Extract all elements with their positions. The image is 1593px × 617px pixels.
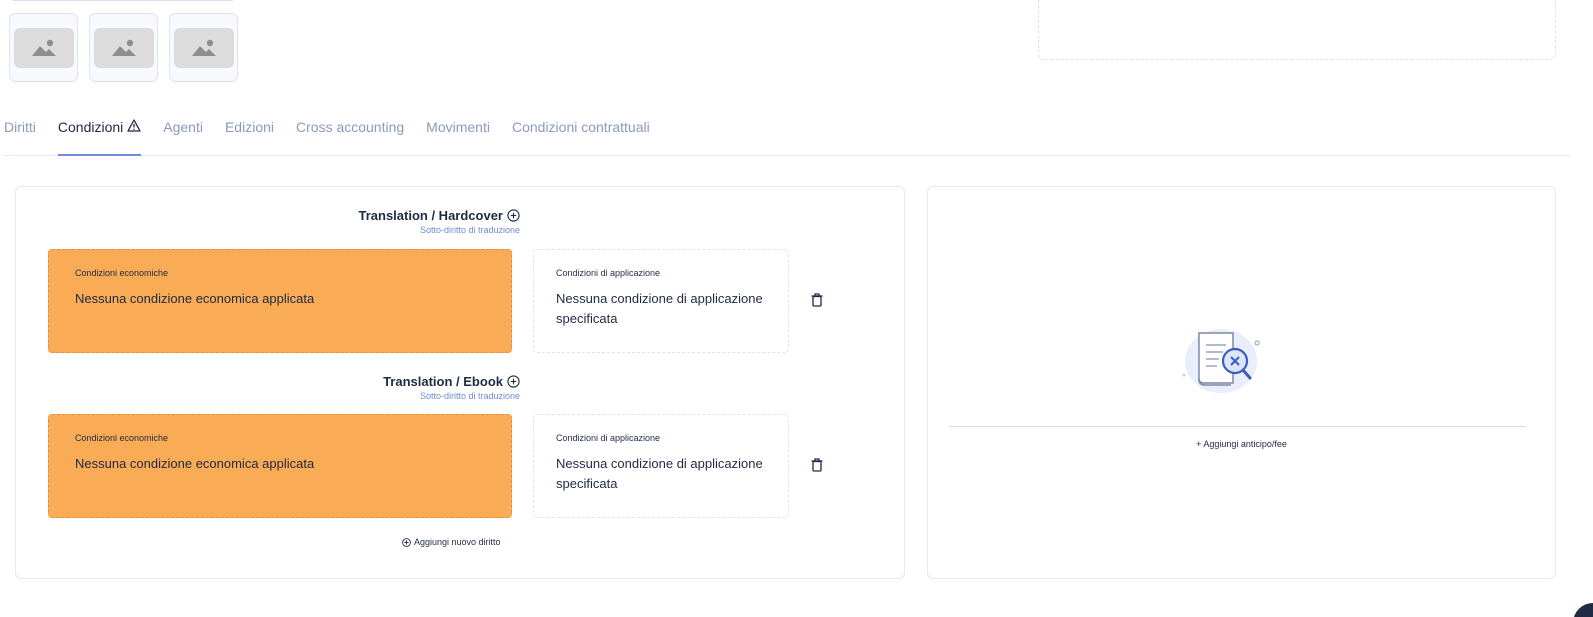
tab-label: Agenti — [163, 119, 203, 135]
tab-bar: Diritti Condizioni Agenti Edizioni Cross… — [4, 112, 1571, 156]
tab-cross-accounting[interactable]: Cross accounting — [296, 112, 404, 155]
application-conditions-label: Condizioni di applicazione — [556, 268, 661, 278]
right-group-header: Translation / Hardcover Sotto-diritto di… — [359, 208, 521, 235]
tab-agenti[interactable]: Agenti — [163, 112, 203, 155]
tab-edizioni[interactable]: Edizioni — [225, 112, 274, 155]
tab-movimenti[interactable]: Movimenti — [426, 112, 490, 155]
economic-conditions-label: Condizioni economiche — [75, 433, 169, 443]
tab-label: Condizioni — [57, 119, 124, 135]
image-thumbnail[interactable] — [9, 13, 78, 82]
right-title: Translation / Hardcover — [358, 208, 504, 223]
tab-label: Edizioni — [224, 119, 274, 135]
empty-search-illustration-icon — [1182, 329, 1260, 393]
application-conditions-label: Condizioni di applicazione — [556, 433, 661, 443]
tab-condizioni[interactable]: Condizioni — [57, 112, 142, 156]
image-strip-top — [9, 0, 237, 1]
right-subtitle: Sotto-diritto di traduzione — [419, 391, 520, 401]
right-group-header: Translation / Ebook Sotto-diritto di tra… — [383, 374, 520, 401]
add-right-button[interactable]: Aggiungi nuovo diritto — [402, 537, 501, 547]
tab-label: Diritti — [4, 119, 36, 135]
tab-label: Movimenti — [426, 119, 490, 135]
conditions-panel: Translation / Hardcover Sotto-diritto di… — [15, 186, 905, 579]
tab-condizioni-contrattuali[interactable]: Condizioni contrattuali — [512, 112, 650, 155]
upload-dropzone[interactable] — [1038, 0, 1556, 60]
image-thumbnail[interactable] — [169, 13, 238, 82]
image-placeholder-icon — [191, 39, 216, 56]
trash-icon[interactable] — [811, 458, 823, 472]
right-subtitle: Sotto-diritto di traduzione — [419, 225, 520, 235]
tab-label: Condizioni contrattuali — [511, 119, 650, 135]
chat-launcher-button[interactable] — [1573, 603, 1593, 617]
economic-conditions-text: Nessuna condizione economica applicata — [75, 456, 315, 471]
image-thumbnail[interactable] — [89, 13, 158, 82]
right-title: Translation / Ebook — [383, 374, 503, 389]
add-fee-button[interactable]: + Aggiungi anticipo/fee — [928, 439, 1555, 449]
application-conditions-text: Nessuna condizione di applicazione speci… — [556, 291, 763, 326]
divider — [949, 426, 1526, 427]
add-circle-icon[interactable] — [507, 375, 520, 388]
application-conditions-box[interactable]: Condizioni di applicazione Nessuna condi… — [533, 414, 789, 518]
warning-icon — [127, 119, 141, 132]
image-thumbnails — [9, 13, 238, 82]
image-placeholder-icon — [111, 39, 136, 56]
economic-conditions-label: Condizioni economiche — [75, 268, 169, 278]
application-conditions-text: Nessuna condizione di applicazione speci… — [556, 456, 763, 491]
tab-label: Cross accounting — [296, 119, 405, 135]
add-right-label: Aggiungi nuovo diritto — [414, 537, 501, 547]
economic-conditions-box[interactable]: Condizioni economiche Nessuna condizione… — [48, 414, 512, 518]
economic-conditions-text: Nessuna condizione economica applicata — [75, 291, 315, 306]
economic-conditions-box[interactable]: Condizioni economiche Nessuna condizione… — [48, 249, 512, 353]
advances-panel: + Aggiungi anticipo/fee — [927, 186, 1556, 579]
application-conditions-box[interactable]: Condizioni di applicazione Nessuna condi… — [533, 249, 789, 353]
trash-icon[interactable] — [811, 293, 823, 307]
add-circle-icon[interactable] — [507, 209, 520, 222]
image-placeholder-icon — [31, 39, 56, 56]
add-circle-icon — [402, 537, 411, 547]
tab-diritti[interactable]: Diritti — [4, 112, 36, 155]
